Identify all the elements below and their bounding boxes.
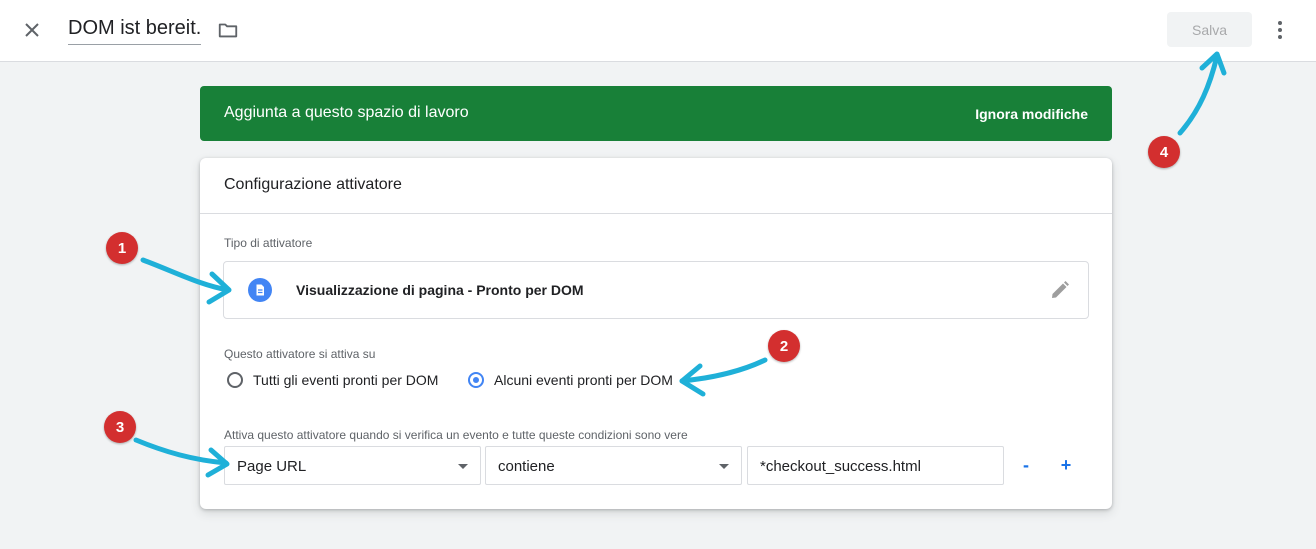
- dropdown-caret-icon: [458, 464, 468, 469]
- value-input-text: *checkout_success.html: [760, 458, 921, 475]
- trigger-name-title[interactable]: DOM ist bereit.: [68, 17, 202, 45]
- trigger-type-label: Tipo di attivatore: [224, 236, 313, 250]
- annotation-badge-4: 4: [1148, 136, 1180, 168]
- close-icon[interactable]: [20, 18, 44, 42]
- pencil-icon[interactable]: [1048, 278, 1072, 302]
- condition-label: Attiva questo attivatore quando si verif…: [224, 428, 688, 442]
- radio-button-unchecked[interactable]: [227, 372, 243, 388]
- radio-all-events-label: Tutti gli eventi pronti per DOM: [253, 372, 439, 388]
- radio-button-checked[interactable]: [468, 372, 484, 388]
- annotation-badge-2: 2: [768, 330, 800, 362]
- discard-changes-button[interactable]: Ignora modifiche: [975, 106, 1088, 122]
- document-icon: [248, 278, 272, 302]
- save-button[interactable]: Salva: [1167, 12, 1252, 47]
- card-title: Configurazione attivatore: [224, 176, 402, 193]
- annotation-badge-1: 1: [106, 232, 138, 264]
- variable-select[interactable]: Page URL: [224, 446, 481, 485]
- banner-text: Aggiunta a questo spazio di lavoro: [224, 104, 469, 121]
- fires-on-label: Questo attivatore si attiva su: [224, 347, 376, 361]
- radio-some-events-label: Alcuni eventi pronti per DOM: [494, 372, 673, 388]
- folder-icon[interactable]: [217, 19, 241, 43]
- add-condition-button[interactable]: +: [1055, 454, 1077, 476]
- annotation-badge-3: 3: [104, 411, 136, 443]
- top-bar: DOM ist bereit. Salva: [0, 0, 1316, 62]
- dropdown-caret-icon: [719, 464, 729, 469]
- card-header: Configurazione attivatore: [200, 158, 1112, 214]
- operator-select[interactable]: contiene: [485, 446, 742, 485]
- value-input[interactable]: *checkout_success.html: [747, 446, 1004, 485]
- more-vert-icon[interactable]: [1268, 18, 1292, 42]
- workspace-banner: Aggiunta a questo spazio di lavoro Ignor…: [200, 86, 1112, 141]
- trigger-type-selector[interactable]: Visualizzazione di pagina - Pronto per D…: [223, 261, 1089, 319]
- trigger-configuration-card: Configurazione attivatore Tipo di attiva…: [200, 158, 1112, 509]
- radio-all-events[interactable]: Tutti gli eventi pronti per DOM: [227, 372, 438, 388]
- operator-value: contiene: [498, 458, 555, 475]
- variable-value: Page URL: [237, 458, 307, 475]
- remove-condition-button[interactable]: -: [1015, 454, 1037, 476]
- radio-some-events[interactable]: Alcuni eventi pronti per DOM: [468, 372, 673, 388]
- trigger-type-name: Visualizzazione di pagina - Pronto per D…: [296, 282, 584, 298]
